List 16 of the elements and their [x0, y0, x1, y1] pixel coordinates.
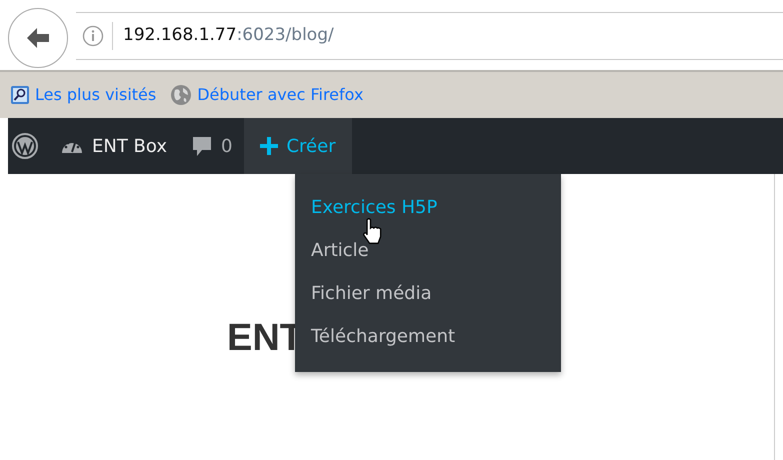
back-arrow-icon — [25, 26, 51, 50]
info-icon[interactable] — [82, 25, 104, 47]
plus-icon — [260, 137, 278, 155]
site-name-link[interactable]: ENT Box — [48, 118, 180, 174]
magnifier-icon — [10, 85, 30, 105]
menu-item[interactable]: Article — [295, 229, 561, 272]
menu-item[interactable]: Exercices H5P — [295, 186, 561, 229]
url-host: 192.168.1.77 — [123, 24, 237, 48]
comments-link[interactable]: 0 — [179, 118, 244, 174]
speech-bubble-icon — [191, 135, 214, 157]
globe-icon — [170, 84, 192, 106]
url-path: :6023/blog/ — [236, 24, 334, 48]
menu-item[interactable]: Téléchargement — [295, 315, 561, 358]
new-content-menu[interactable]: Créer — [244, 118, 352, 174]
menu-item[interactable]: Fichier média — [295, 272, 561, 315]
address-field[interactable]: 192.168.1.77:6023/blog/ — [76, 12, 783, 60]
